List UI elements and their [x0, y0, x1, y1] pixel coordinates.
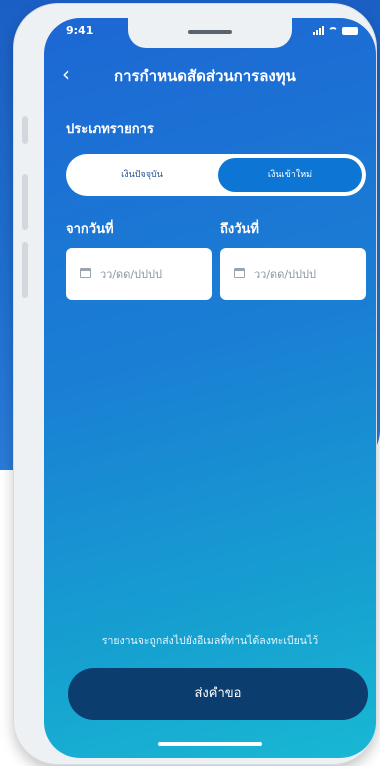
- status-time: 9:41: [66, 24, 94, 37]
- submit-button[interactable]: ส่งคำขอ: [68, 668, 368, 720]
- calendar-icon: [80, 268, 91, 278]
- page-title: การกำหนดสัดส่วนการลงทุน: [114, 67, 296, 85]
- from-date-input[interactable]: วว/ดด/ปปปป: [66, 248, 212, 300]
- phone-frame: 9:41 ‹ การกำหนดสัดส่วนการลงทุน ประเภทราย…: [14, 4, 376, 764]
- signal-icon: [313, 26, 324, 35]
- to-date-label: ถึงวันที่: [220, 222, 259, 237]
- toggle-option-new[interactable]: เงินเข้าใหม่: [218, 158, 362, 192]
- email-note: รายงานจะถูกส่งไปยังอีเมลที่ท่านได้ลงทะเบ…: [101, 635, 319, 647]
- toggle-option-current[interactable]: เงินปัจจุบัน: [70, 158, 214, 192]
- from-date-placeholder: วว/ดด/ปปปป: [100, 268, 162, 281]
- to-date-placeholder: วว/ดด/ปปปป: [254, 268, 316, 281]
- type-label: ประเภทรายการ: [66, 122, 154, 137]
- back-button[interactable]: ‹: [62, 62, 70, 86]
- app-screen: 9:41 ‹ การกำหนดสัดส่วนการลงทุน ประเภทราย…: [44, 18, 376, 758]
- type-toggle: เงินปัจจุบัน เงินเข้าใหม่: [66, 154, 366, 196]
- status-icons: [313, 26, 358, 35]
- to-date-input[interactable]: วว/ดด/ปปปป: [220, 248, 366, 300]
- battery-icon: [342, 26, 358, 35]
- wifi-icon: [328, 26, 338, 35]
- header: ‹ การกำหนดสัดส่วนการลงทุน: [44, 60, 376, 90]
- calendar-icon: [234, 268, 245, 278]
- notch: [128, 18, 292, 48]
- from-date-label: จากวันที่: [66, 222, 114, 237]
- side-button: [22, 242, 28, 298]
- speaker: [188, 30, 232, 34]
- home-indicator: [158, 742, 262, 746]
- side-button: [22, 174, 28, 230]
- side-button: [22, 116, 28, 144]
